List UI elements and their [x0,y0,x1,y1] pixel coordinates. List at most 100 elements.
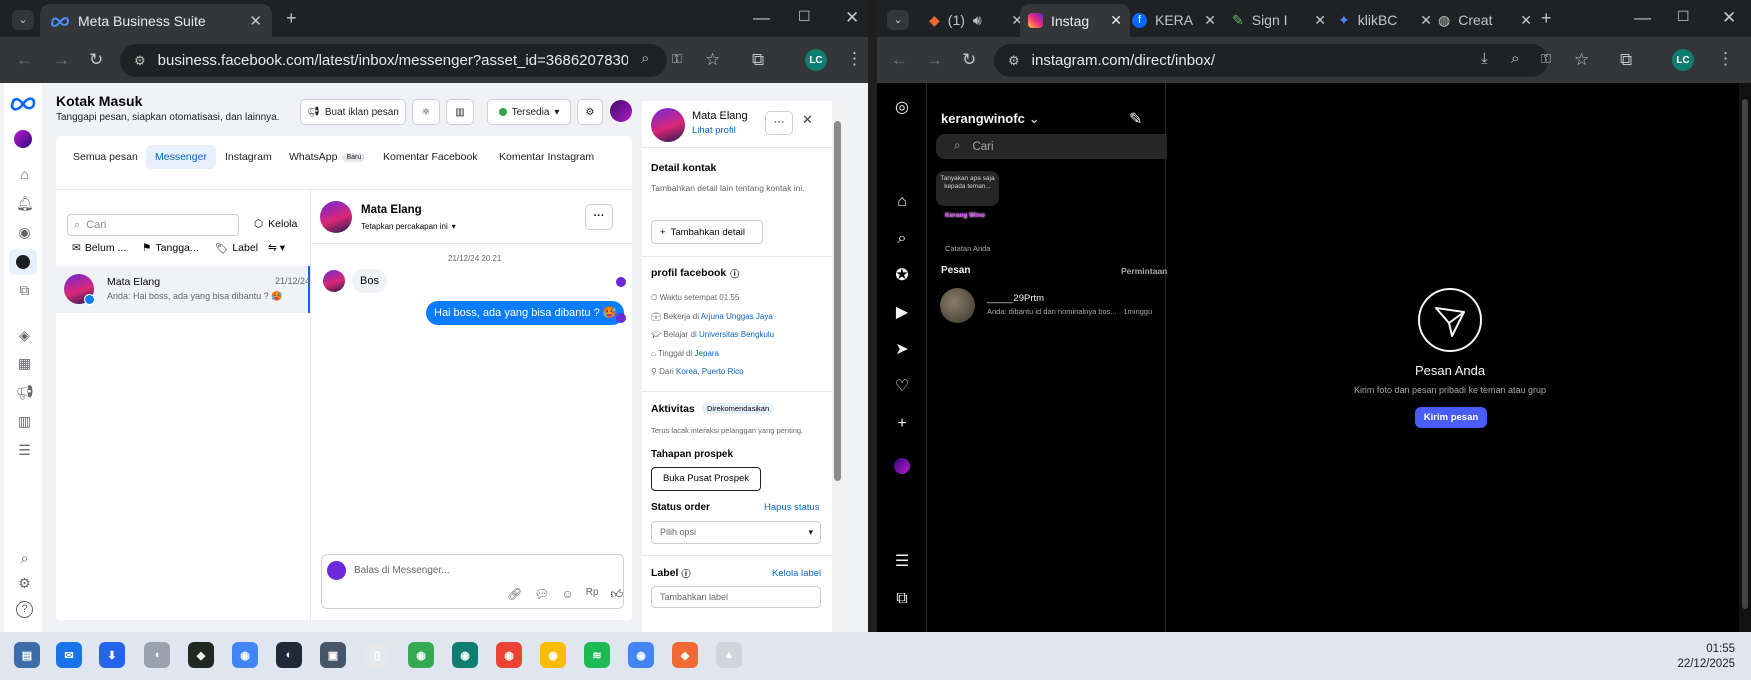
message-thread[interactable]: _____29Prtm Anda: dibantu id dan nominal… [933,283,1163,327]
account-switcher[interactable]: kerangwinofc ⌄ [941,111,1040,127]
create-plus-icon[interactable]: + [893,415,911,433]
spotify-icon[interactable]: ≋ [584,642,610,668]
filter-date[interactable]: ⚑ Tangga... [142,242,199,254]
explore-compass-icon[interactable]: ✪ [893,267,911,285]
new-message-icon[interactable]: ✎ [1129,109,1142,129]
profile-avatar[interactable]: LC [805,49,827,71]
add-detail-button[interactable]: + Tambahkan detail [651,220,763,244]
emoji-icon[interactable]: ☺ [561,587,573,602]
messages-send-icon[interactable]: ➤ [893,341,911,359]
tab-3[interactable]: f KERA ✕ [1124,5,1224,35]
info-icon[interactable]: ⓘ [681,567,690,580]
tab-messenger[interactable]: Messenger [146,145,216,169]
profile-avatar[interactable]: LC [1672,49,1694,71]
insights-bar-chart-icon[interactable]: ▥ [16,413,33,430]
insights-button[interactable]: ▥ [446,99,474,125]
extensions-icon[interactable]: ⧉ [752,51,764,68]
tab-semua-pesan[interactable]: Semua pesan [64,145,147,169]
order-status-select[interactable]: Pilih opsi ▾ [651,521,821,544]
maximize-icon[interactable]: ☐ [798,9,811,23]
panel-scrollbar[interactable] [832,101,843,632]
chat-contact-name[interactable]: Mata Elang [361,204,422,216]
tab-1[interactable]: ◆ (1) 🔊︎ ✕ [921,5,1031,35]
attachment-icon[interactable]: 🔗︎ [507,587,522,602]
menu-dots-icon[interactable]: ⋮ [846,50,863,67]
reload-icon[interactable]: ↻ [89,51,103,68]
all-tools-menu-icon[interactable]: ☰ [16,442,33,459]
address-bar[interactable]: ⚙ business.facebook.com/latest/inbox/mes… [120,44,667,77]
scrollbar-thumb[interactable] [1742,99,1748,609]
new-tab-plus-icon[interactable]: + [286,9,297,27]
tab-search-chevron-icon[interactable]: ⌄ [12,10,34,30]
chrome-profile-1-icon[interactable]: ◉ [232,642,258,668]
notes-app-icon[interactable]: ▯ [364,642,390,668]
profile-avatar[interactable] [894,458,910,474]
minimize-icon[interactable]: — [753,9,770,26]
payment-rp-icon[interactable]: Rp [586,587,599,602]
thumbs-up-icon[interactable]: 👍︎ [611,587,624,602]
tab-5[interactable]: ✦ klikBC ✕ [1330,5,1440,35]
reels-icon[interactable]: ▶ [893,304,911,322]
back-icon[interactable]: ← [891,51,908,68]
tab-whatsapp[interactable]: WhatsApp Baru [280,145,374,169]
more-menu-icon[interactable]: ☰ [893,553,911,571]
minimize-icon[interactable]: — [1634,9,1651,26]
create-message-ad-button[interactable]: 📢︎ Buat iklan pesan [300,99,406,125]
from-link[interactable]: Korea, Puerto Rico [676,367,744,376]
mouse-app-icon[interactable]: ◖ [144,642,170,668]
send-message-button[interactable]: Kirim pesan [1415,407,1487,428]
search-icon[interactable]: ⌕ [893,230,911,248]
tab-6[interactable]: ◍ Creat ✕ [1430,5,1540,35]
reload-icon[interactable]: ↻ [962,51,976,68]
search-input[interactable]: ⌕ Cari [936,134,1179,159]
forward-icon[interactable]: → [53,51,70,68]
settings-gear-icon[interactable]: ⚙ [16,575,33,592]
reply-composer[interactable]: Balas di Messenger... 🔗︎ 💬︎ ☺ Rp 👍︎ [321,554,624,609]
view-profile-link[interactable]: Lihat profil [692,125,736,136]
conversation-item[interactable]: Mata Elang 21/12/24 Anda: Hai boss, ada … [56,266,310,313]
game-app-icon[interactable]: ◆ [188,642,214,668]
search-icon[interactable]: ⌕ [16,550,33,567]
chrome-profile-lc-icon[interactable]: ◉ [452,642,478,668]
home-icon[interactable]: ⌂ [16,166,33,183]
chat-more-options-button[interactable]: ··· [585,204,613,230]
github-desktop-icon[interactable]: ◐ [276,642,302,668]
tab-instagram[interactable]: Instag ✕ [1020,4,1130,37]
site-settings-icon[interactable]: ⚙ [134,53,146,69]
brave-icon[interactable]: ◆ [672,642,698,668]
threads-meta-icon[interactable]: ⧉ [893,590,911,608]
add-label-input[interactable]: Tambahkan label [651,586,821,608]
note-bubble[interactable]: Tanyakan apa saja kepada teman... [936,171,999,206]
home-icon[interactable]: ⌂ [893,193,911,211]
planner-icon[interactable]: ◈ [16,327,33,344]
editor-app-icon[interactable]: ▲ [716,642,742,668]
outlook-icon[interactable]: ✉ [56,642,82,668]
filter-label[interactable]: 🏷︎ Label [215,242,258,255]
extensions-icon[interactable]: ⧉ [1620,51,1632,68]
tab-meta-business-suite[interactable]: Meta Business Suite ✕ [40,4,272,37]
chrome-profile-4-icon[interactable]: ◉ [540,642,566,668]
tab-komentar-facebook[interactable]: Komentar Facebook [374,145,487,169]
open-prospect-center-button[interactable]: Buka Pusat Prospek [651,467,761,491]
study-link[interactable]: Universitas Bengkulu [699,330,774,339]
tab-close-icon[interactable]: ✕ [249,12,262,30]
conversation-search-input[interactable]: ⌕ Cari [67,214,239,236]
inbox-nav-active[interactable] [9,249,37,275]
content-pages-icon[interactable]: ⧉ [16,282,33,299]
site-settings-icon[interactable]: ⚙ [1008,53,1020,69]
page-avatar[interactable] [14,130,32,148]
inbox-settings-button[interactable]: ⚙ [577,99,603,125]
tab-close-icon[interactable]: ✕ [1314,12,1326,29]
close-window-icon[interactable]: ✕ [845,9,859,26]
tab-instagram[interactable]: Instagram [216,145,281,169]
help-icon[interactable]: ? [16,601,33,618]
requests-link[interactable]: Permintaan [1121,266,1167,276]
grid-table-icon[interactable]: ▦ [16,355,33,372]
work-link[interactable]: Arjuna Unggas Jaya [701,312,773,321]
compass-icon[interactable]: ◉ [16,224,33,241]
info-icon[interactable]: ⓘ [730,267,739,280]
megaphone-icon[interactable]: 📢︎ [16,384,34,401]
key-icon[interactable]: ⚿ [672,52,682,65]
page-scrollbar[interactable] [1739,83,1751,632]
scrollbar-thumb[interactable] [834,121,841,481]
